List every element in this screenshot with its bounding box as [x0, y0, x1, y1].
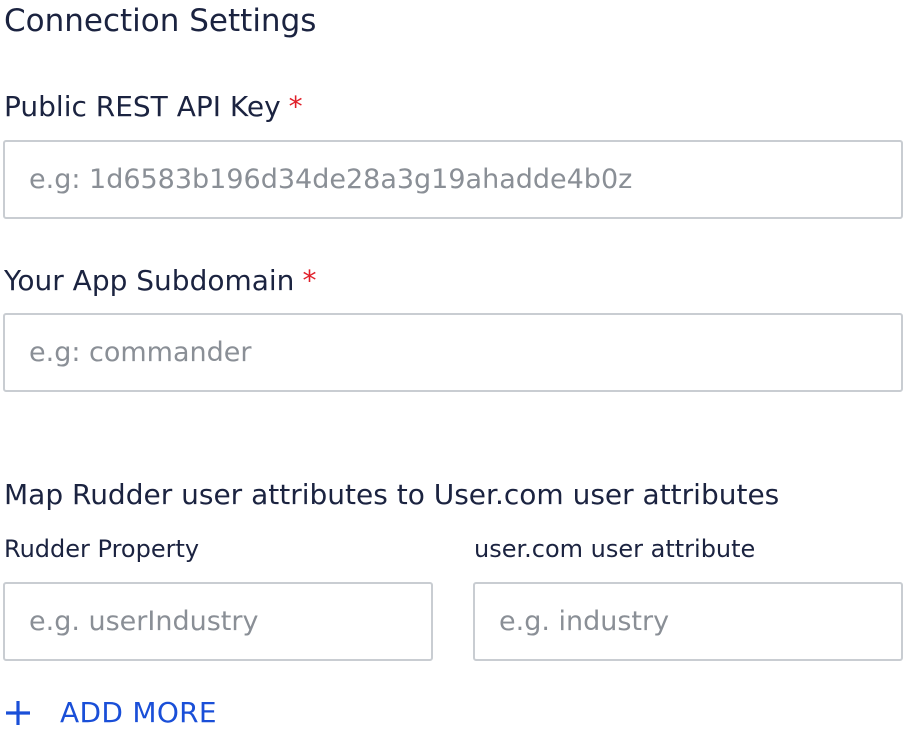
plus-icon [4, 699, 32, 727]
section-title: Connection Settings [4, 3, 317, 39]
required-asterisk: * [302, 264, 317, 297]
api-key-label-text: Public REST API Key [4, 90, 281, 123]
api-key-input[interactable] [3, 140, 903, 219]
add-more-label: ADD MORE [60, 696, 217, 729]
rudder-property-label: Rudder Property [4, 535, 200, 563]
required-asterisk: * [288, 90, 303, 123]
rudder-property-input[interactable] [3, 582, 433, 661]
usercom-attribute-input[interactable] [473, 582, 903, 661]
subdomain-label: Your App Subdomain * [4, 264, 316, 298]
subdomain-label-text: Your App Subdomain [4, 264, 295, 297]
mapping-title: Map Rudder user attributes to User.com u… [4, 478, 780, 511]
usercom-attribute-label: user.com user attribute [474, 535, 756, 563]
subdomain-input[interactable] [3, 313, 903, 392]
api-key-label: Public REST API Key * [4, 90, 303, 124]
add-more-button[interactable]: ADD MORE [4, 694, 217, 732]
